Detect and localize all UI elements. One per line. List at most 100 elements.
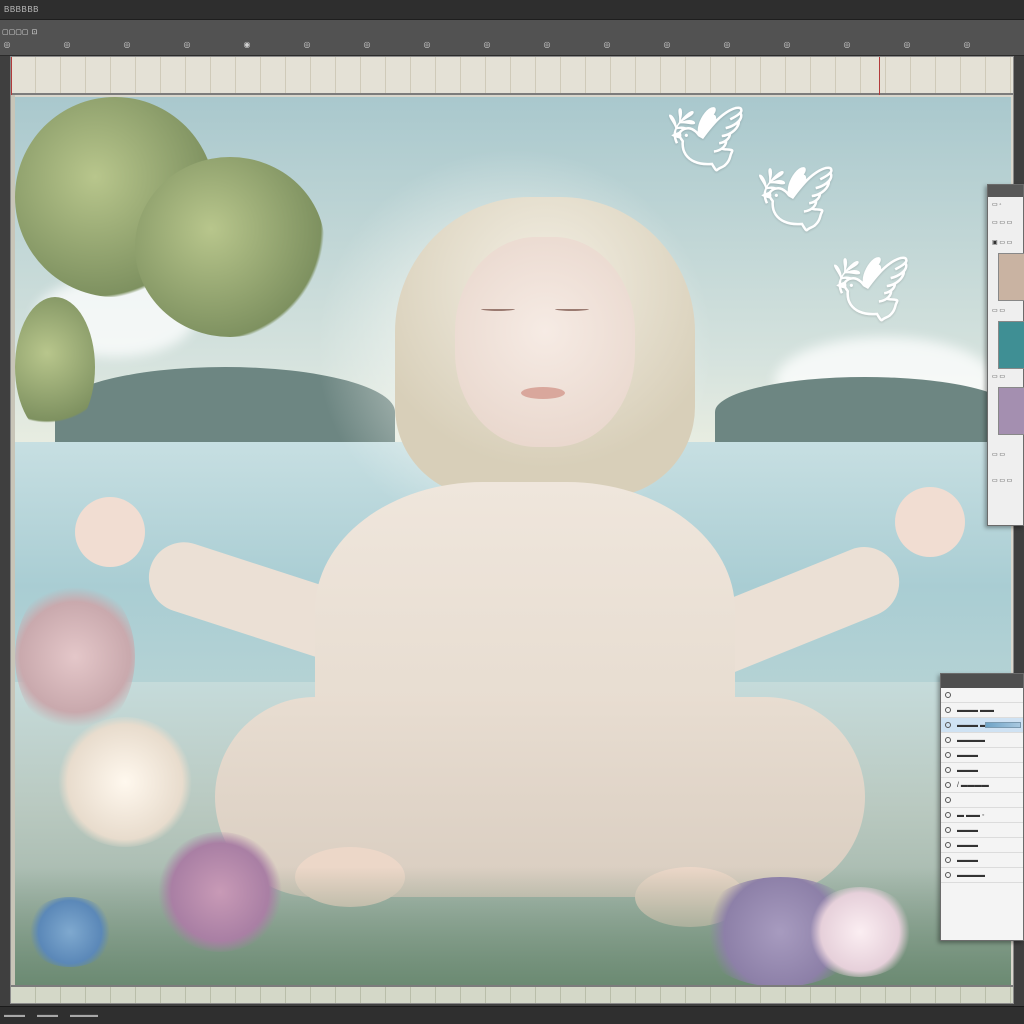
tool-button[interactable]: ◎	[420, 41, 434, 49]
status-mid: ▬▬▬	[37, 1012, 58, 1019]
pink-flower	[155, 832, 285, 952]
layer-row[interactable]: ▬▬▬▬	[941, 733, 1023, 748]
visibility-eye-icon[interactable]	[945, 752, 951, 758]
color-swatch-beige[interactable]	[998, 253, 1024, 301]
status-right: ▬▬▬▬	[70, 1012, 98, 1019]
layers-panel[interactable]: ▬▬▬ ▬▬ ▬▬▬ ▬▬▬▬ ▬▬▬▬ ▬▬▬ ▬▬▬ / ▬▬▬▬ ▬ ▬▬ ◦ ▬▬▬ ▬…	[940, 673, 1024, 941]
visibility-eye-icon[interactable]	[945, 857, 951, 863]
panel-row[interactable]: ▭ ▭ ▭	[992, 219, 1024, 226]
tool-button[interactable]: ◎	[180, 41, 194, 49]
layer-row[interactable]: / ▬▬▬▬	[941, 778, 1023, 793]
panel-row[interactable]: ▣ ▭ ▭	[992, 239, 1024, 246]
visibility-eye-icon[interactable]	[945, 782, 951, 788]
closed-eye	[555, 307, 589, 311]
status-left: ▬▬▬	[4, 1012, 25, 1019]
child-face	[455, 237, 635, 447]
tool-button[interactable]: ◎	[0, 41, 14, 49]
visibility-eye-icon[interactable]	[945, 707, 951, 713]
visibility-eye-icon[interactable]	[945, 827, 951, 833]
bottom-ruler[interactable]	[11, 985, 1013, 1003]
color-swatch-lavender[interactable]	[998, 387, 1024, 435]
panel-row[interactable]: ▭ ▭	[992, 451, 1024, 458]
tool-button[interactable]: ◉	[240, 41, 254, 49]
dove-icon: 🕊	[830, 253, 912, 325]
menu-bar: BBBBBB	[0, 0, 1024, 20]
layer-name: ▬▬▬▬	[957, 736, 985, 744]
visibility-eye-icon[interactable]	[945, 767, 951, 773]
dove-icon: 🕊	[755, 163, 837, 235]
layer-row[interactable]	[941, 688, 1023, 703]
artwork-canvas[interactable]: 🕊 🕊 🕊	[15, 97, 1011, 987]
layer-row[interactable]: ▬▬▬ ▬▬▬▬	[941, 718, 1023, 733]
layer-row[interactable]: ▬▬▬	[941, 763, 1023, 778]
right-hand	[895, 487, 965, 557]
lock-icon[interactable]: ⊡	[31, 28, 37, 36]
swatches-panel[interactable]: ▭ ◦ ▭ ▭ ▭ ▣ ▭ ▭ ▭ ▭ ▭ ▭ ▭ ▭ ▭ ▭ ▭	[987, 184, 1024, 526]
options-left-group: ▢▢▢▢ ⊡	[0, 26, 40, 38]
panel-row[interactable]: ▭ ▭	[992, 373, 1024, 380]
layer-row[interactable]: ▬▬▬	[941, 823, 1023, 838]
layer-name: ▬▬▬	[957, 826, 978, 834]
tool-button[interactable]: ◎	[60, 41, 74, 49]
tool-button[interactable]: ◎	[900, 41, 914, 49]
document-canvas-frame: 🕊 🕊 🕊	[10, 56, 1014, 1004]
closed-eye	[481, 307, 515, 311]
visibility-eye-icon[interactable]	[945, 812, 951, 818]
layer-row[interactable]: ▬▬▬	[941, 853, 1023, 868]
options-bar: ▢▢▢▢ ⊡ ◎ ◎ ◎ ◎ ◉ ◎ ◎ ◎ ◎ ◎ ◎ ◎ ◎ ◎ ◎ ◎ ◎	[0, 20, 1024, 56]
layer-row[interactable]: ▬▬▬	[941, 838, 1023, 853]
panel-header[interactable]	[941, 674, 1023, 688]
layer-name: ▬▬▬	[957, 841, 978, 849]
image-editor-window: BBBBBB ▢▢▢▢ ⊡ ◎ ◎ ◎ ◎ ◉ ◎ ◎ ◎ ◎ ◎ ◎ ◎ ◎ ◎ ◎ ◎ ◎ 🕊 🕊 🕊	[0, 0, 1024, 1024]
layer-row[interactable]: ▬▬▬	[941, 748, 1023, 763]
tool-button[interactable]: ◎	[840, 41, 854, 49]
mountain-right	[715, 377, 1011, 447]
tool-button[interactable]: ◎	[960, 41, 974, 49]
panel-row[interactable]: ▭ ◦	[992, 201, 1024, 208]
visibility-eye-icon[interactable]	[945, 797, 951, 803]
visibility-eye-icon[interactable]	[945, 722, 951, 728]
pink-plume-plant	[15, 577, 135, 737]
layer-name: ▬▬▬	[957, 751, 978, 759]
left-hand	[75, 497, 145, 567]
tool-button[interactable]: ◎	[480, 41, 494, 49]
layer-name: ▬▬▬▬	[957, 871, 985, 879]
layer-list: ▬▬▬ ▬▬ ▬▬▬ ▬▬▬▬ ▬▬▬▬ ▬▬▬ ▬▬▬ / ▬▬▬▬ ▬ ▬▬ ◦ ▬▬▬ ▬…	[941, 688, 1023, 883]
layer-row[interactable]	[941, 793, 1023, 808]
layer-row[interactable]: ▬▬▬ ▬▬	[941, 703, 1023, 718]
layer-name: ▬▬▬	[957, 766, 978, 774]
white-flower	[805, 887, 915, 977]
tool-button[interactable]: ◎	[540, 41, 554, 49]
panel-row[interactable]: ▭ ▭ ▭	[992, 477, 1024, 484]
panel-header[interactable]	[988, 185, 1023, 197]
tree-foliage	[15, 297, 95, 437]
visibility-eye-icon[interactable]	[945, 872, 951, 878]
visibility-eye-icon[interactable]	[945, 737, 951, 743]
tool-button[interactable]: ◎	[780, 41, 794, 49]
opacity-bar[interactable]	[985, 722, 1021, 728]
layer-name: / ▬▬▬▬	[957, 781, 989, 789]
layer-name: ▬▬▬ ▬▬	[957, 706, 994, 714]
tree-foliage	[135, 157, 325, 337]
layer-row[interactable]: ▬ ▬▬ ◦	[941, 808, 1023, 823]
tool-strip: ◎ ◎ ◎ ◎ ◉ ◎ ◎ ◎ ◎ ◎ ◎ ◎ ◎ ◎ ◎ ◎ ◎	[0, 38, 1024, 52]
tool-button[interactable]: ◎	[600, 41, 614, 49]
blue-flower	[25, 897, 115, 967]
tool-button[interactable]: ◎	[120, 41, 134, 49]
panel-row[interactable]: ▭ ▭	[992, 307, 1024, 314]
tool-button[interactable]: ◎	[360, 41, 374, 49]
visibility-eye-icon[interactable]	[945, 692, 951, 698]
visibility-eye-icon[interactable]	[945, 842, 951, 848]
dove-icon: 🕊	[665, 103, 747, 175]
layer-name: ▬ ▬▬ ◦	[957, 811, 985, 819]
top-ruler[interactable]	[11, 57, 1013, 95]
child-mouth	[521, 387, 565, 399]
size-field[interactable]: ▢▢▢▢	[2, 28, 28, 36]
tool-button[interactable]: ◎	[720, 41, 734, 49]
tool-button[interactable]: ◎	[300, 41, 314, 49]
layer-row[interactable]: ▬▬▬▬	[941, 868, 1023, 883]
ruler-marker	[11, 57, 12, 95]
tool-button[interactable]: ◎	[660, 41, 674, 49]
color-swatch-teal[interactable]	[998, 321, 1024, 369]
layer-name: ▬▬▬	[957, 856, 978, 864]
